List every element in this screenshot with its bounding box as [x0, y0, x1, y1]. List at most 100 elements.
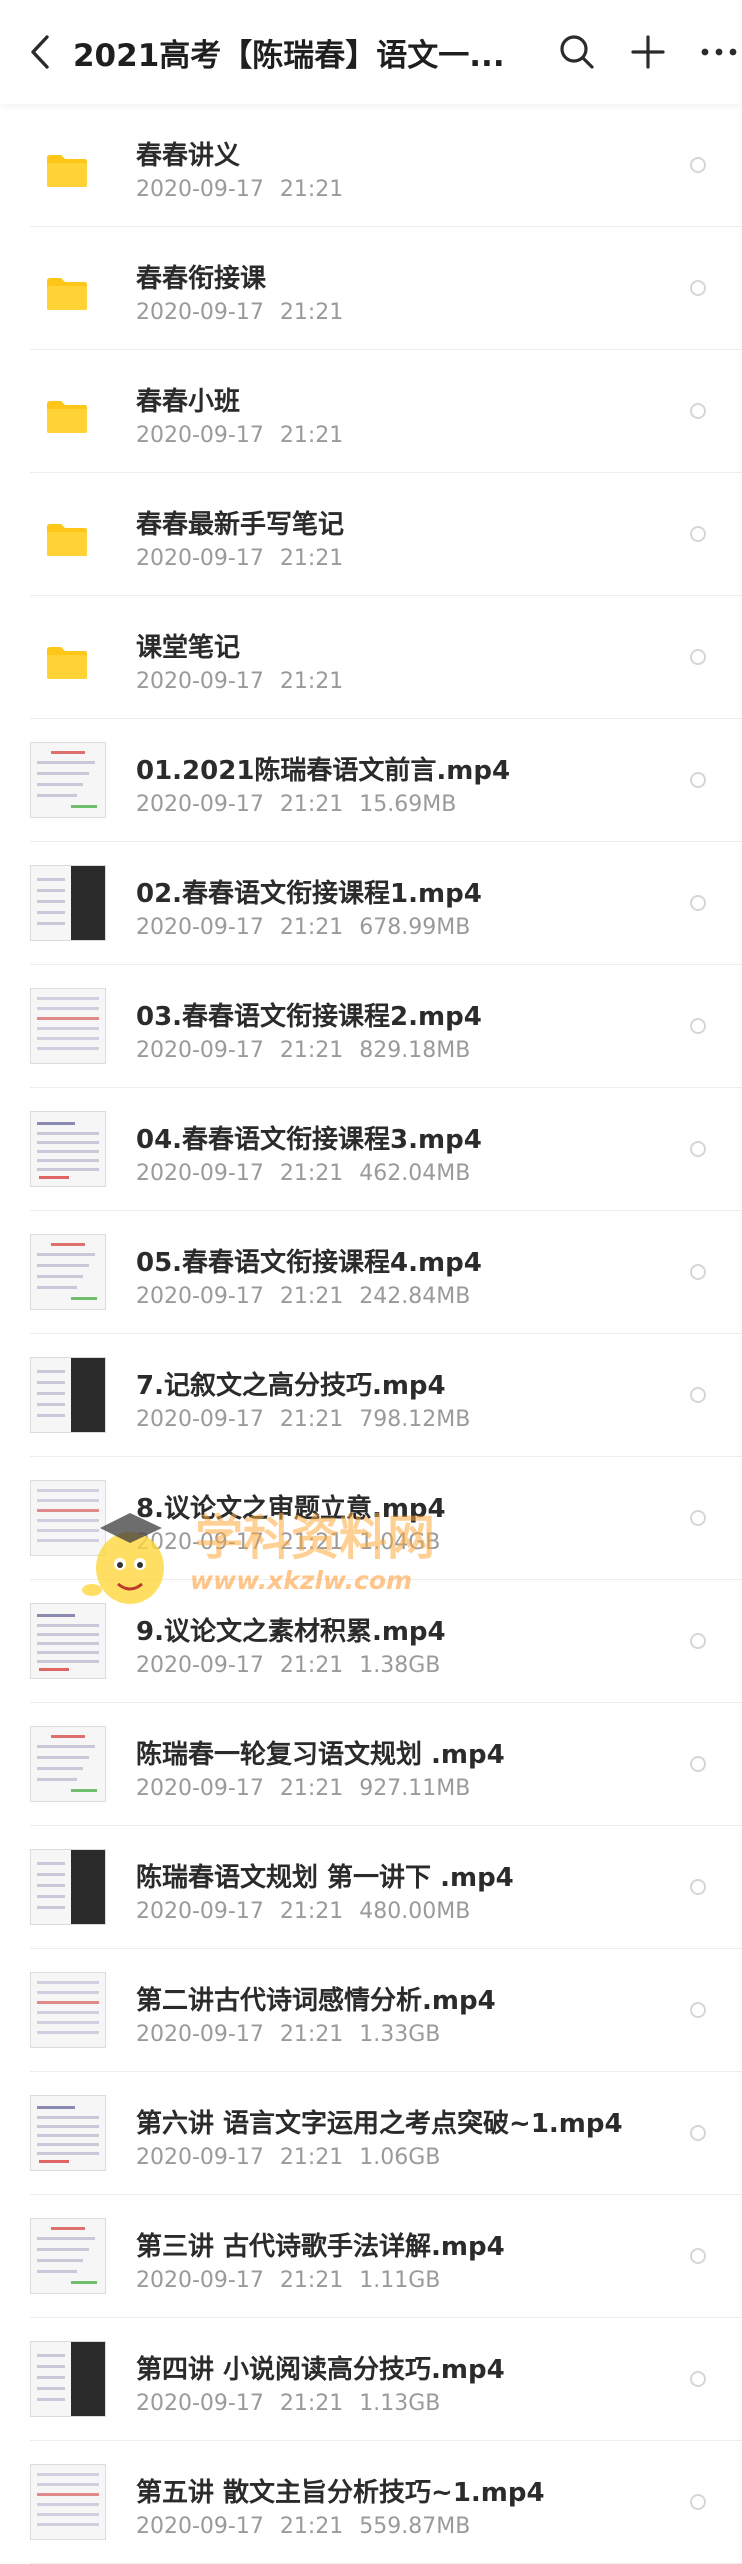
file-list-item[interactable]: 陈瑞春语文规划 第一讲下 .mp4 2020-09-17 21:21 480.00MB: [0, 1826, 742, 1949]
file-size: 1.11GB: [359, 2268, 441, 2293]
file-list-item[interactable]: 课堂笔记 2020-09-17 21:21: [0, 596, 742, 719]
file-meta: 2020-09-17 21:21: [136, 177, 359, 202]
file-time: 21:21: [279, 2145, 344, 2170]
file-time: 21:21: [279, 423, 344, 448]
video-thumbnail-icon: [30, 1480, 106, 1556]
file-list-item[interactable]: 05.春春语文衔接课程4.mp4 2020-09-17 21:21 242.84MB: [0, 1211, 742, 1334]
file-name: 05.春春语文衔接课程4.mp4: [136, 1248, 482, 1278]
video-thumbnail-icon: [30, 2095, 106, 2171]
file-date: 2020-09-17: [136, 1899, 264, 1924]
file-name: 第六讲 语言文字运用之考点突破~1.mp4: [136, 2109, 623, 2139]
file-list-item[interactable]: 春春小班 2020-09-17 21:21: [0, 350, 742, 473]
file-date: 2020-09-17: [136, 2022, 264, 2047]
file-list-item[interactable]: 第二讲古代诗词感情分析.mp4 2020-09-17 21:21 1.33GB: [0, 1949, 742, 2072]
file-date: 2020-09-17: [136, 669, 264, 694]
back-button[interactable]: [22, 32, 61, 72]
select-radio[interactable]: [690, 526, 706, 542]
file-meta: 2020-09-17 21:21 798.12MB: [136, 1407, 486, 1432]
file-meta: 2020-09-17 21:21 559.87MB: [136, 2514, 486, 2539]
file-meta: 2020-09-17 21:21: [136, 546, 359, 571]
select-radio[interactable]: [690, 895, 706, 911]
file-name: 春春衔接课: [136, 264, 267, 294]
file-list-item[interactable]: 03.春春语文衔接课程2.mp4 2020-09-17 21:21 829.18MB: [0, 965, 742, 1088]
file-size: 1.38GB: [359, 1653, 441, 1678]
file-date: 2020-09-17: [136, 2145, 264, 2170]
plus-icon: [631, 35, 665, 69]
file-time: 21:21: [279, 669, 344, 694]
file-size: 1.06GB: [359, 2145, 441, 2170]
file-date: 2020-09-17: [136, 2268, 264, 2293]
select-radio[interactable]: [690, 403, 706, 419]
file-date: 2020-09-17: [136, 1776, 264, 1801]
video-thumbnail-icon: [30, 1603, 106, 1679]
select-radio[interactable]: [690, 1633, 706, 1649]
file-meta: 2020-09-17 21:21: [136, 423, 359, 448]
select-radio[interactable]: [690, 649, 706, 665]
file-name: 陈瑞春语文规划 第一讲下 .mp4: [136, 1863, 514, 1893]
file-meta: 2020-09-17 21:21 1.11GB: [136, 2268, 456, 2293]
file-time: 21:21: [279, 1161, 344, 1186]
file-size: 559.87MB: [359, 2514, 471, 2539]
more-horizontal-icon: [701, 48, 736, 56]
file-date: 2020-09-17: [136, 1407, 264, 1432]
select-radio[interactable]: [690, 1018, 706, 1034]
file-list-item[interactable]: 春春衔接课 2020-09-17 21:21: [0, 227, 742, 350]
video-thumbnail-icon: [30, 1726, 106, 1802]
file-meta: 2020-09-17 21:21 829.18MB: [136, 1038, 486, 1063]
file-date: 2020-09-17: [136, 177, 264, 202]
file-size: 1.04GB: [359, 1530, 441, 1555]
file-size: 678.99MB: [359, 915, 471, 940]
file-list-item[interactable]: 02.春春语文衔接课程1.mp4 2020-09-17 21:21 678.99MB: [0, 842, 742, 965]
file-meta: 2020-09-17 21:21 462.04MB: [136, 1161, 486, 1186]
file-size: 462.04MB: [359, 1161, 471, 1186]
chevron-left-icon: [31, 35, 50, 69]
file-list-item[interactable]: 7.记叙文之高分技巧.mp4 2020-09-17 21:21 798.12MB: [0, 1334, 742, 1457]
file-date: 2020-09-17: [136, 915, 264, 940]
select-radio[interactable]: [690, 1387, 706, 1403]
file-list-item[interactable]: 第六讲 语言文字运用之考点突破~1.mp4 2020-09-17 21:21 1.06…: [0, 2072, 742, 2195]
select-radio[interactable]: [690, 1264, 706, 1280]
select-radio[interactable]: [690, 2371, 706, 2387]
folder-icon: [47, 155, 87, 187]
folder-icon: [47, 401, 87, 433]
file-time: 21:21: [279, 2268, 344, 2293]
select-radio[interactable]: [690, 1510, 706, 1526]
file-list-item[interactable]: 第五讲 散文主旨分析技巧~1.mp4 2020-09-17 21:21 559.87M…: [0, 2441, 742, 2564]
folder-icon: [47, 524, 87, 556]
file-list-item[interactable]: 04.春春语文衔接课程3.mp4 2020-09-17 21:21 462.04MB: [0, 1088, 742, 1211]
video-thumbnail-icon: [30, 865, 106, 941]
file-time: 21:21: [279, 2514, 344, 2539]
file-list-item[interactable]: 8.议论文之审题立意.mp4 2020-09-17 21:21 1.04GB: [0, 1457, 742, 1580]
file-list-item[interactable]: 01.2021陈瑞春语文前言.mp4 2020-09-17 21:21 15.69MB: [0, 719, 742, 842]
file-date: 2020-09-17: [136, 1161, 264, 1186]
select-radio[interactable]: [690, 2002, 706, 2018]
search-button[interactable]: [554, 28, 601, 76]
file-time: 21:21: [279, 2391, 344, 2416]
select-radio[interactable]: [690, 157, 706, 173]
select-radio[interactable]: [690, 1141, 706, 1157]
file-meta: 2020-09-17 21:21: [136, 300, 359, 325]
file-list-item[interactable]: 春春最新手写笔记 2020-09-17 21:21: [0, 473, 742, 596]
file-list-item[interactable]: 9.议论文之素材积累.mp4 2020-09-17 21:21 1.38GB: [0, 1580, 742, 1703]
video-thumbnail-icon: [30, 1357, 106, 1433]
select-radio[interactable]: [690, 2125, 706, 2141]
select-radio[interactable]: [690, 2494, 706, 2510]
select-radio[interactable]: [690, 772, 706, 788]
more-button[interactable]: [695, 28, 742, 76]
file-date: 2020-09-17: [136, 792, 264, 817]
add-button[interactable]: [624, 28, 671, 76]
file-list-item[interactable]: 第三讲 古代诗歌手法详解.mp4 2020-09-17 21:21 1.11GB: [0, 2195, 742, 2318]
select-radio[interactable]: [690, 2248, 706, 2264]
select-radio[interactable]: [690, 1879, 706, 1895]
file-list-item[interactable]: 春春讲义 2020-09-17 21:21: [0, 104, 742, 227]
file-name: 第三讲 古代诗歌手法详解.mp4: [136, 2232, 505, 2262]
file-name: 第二讲古代诗词感情分析.mp4: [136, 1986, 496, 2016]
select-radio[interactable]: [690, 1756, 706, 1772]
file-list-item[interactable]: 第四讲 小说阅读高分技巧.mp4 2020-09-17 21:21 1.13GB: [0, 2318, 742, 2441]
file-name: 课堂笔记: [136, 633, 241, 663]
file-size: 1.33GB: [359, 2022, 441, 2047]
select-radio[interactable]: [690, 280, 706, 296]
file-time: 21:21: [279, 1407, 344, 1432]
file-list-item[interactable]: 陈瑞春一轮复习语文规划 .mp4 2020-09-17 21:21 927.11MB: [0, 1703, 742, 1826]
file-name: 春春讲义: [136, 141, 241, 171]
